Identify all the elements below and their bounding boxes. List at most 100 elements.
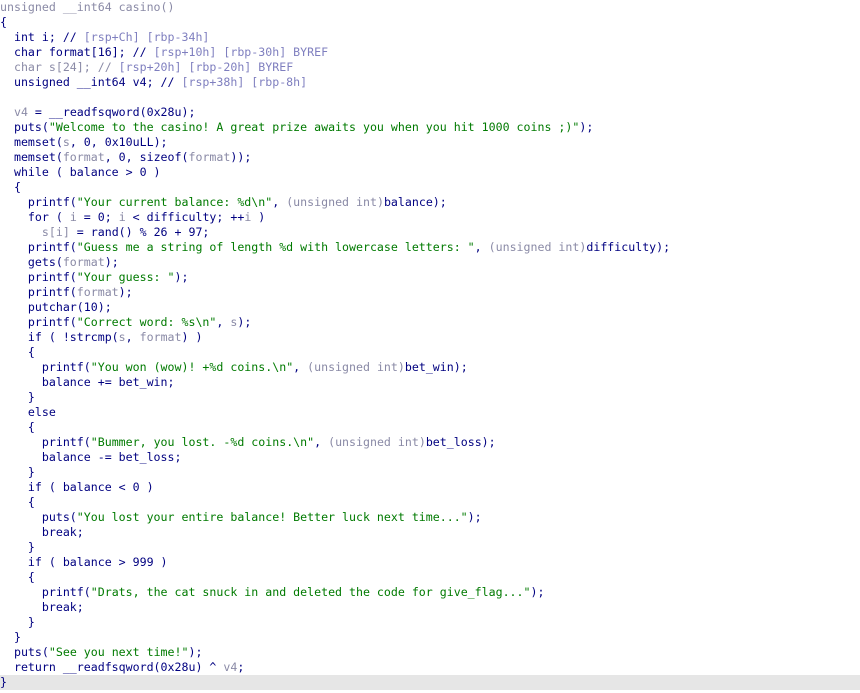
code-token: if ( !strcmp(	[0, 330, 119, 344]
code-line[interactable]: if ( balance < 0 )	[0, 480, 860, 495]
code-token: (unsigned int)	[286, 195, 384, 209]
code-token: balance -= bet_loss;	[0, 450, 182, 464]
code-token: bet_win);	[404, 360, 468, 374]
code-line[interactable]: }	[0, 675, 860, 690]
code-line[interactable]: char format[16]; // [rsp+10h] [rbp-30h] …	[0, 45, 860, 60]
code-token: [rsp+Ch] [rbp-34h]	[83, 30, 210, 44]
code-token: unsigned __int64 casino()	[0, 0, 175, 14]
code-token: printf(	[0, 240, 77, 254]
code-line[interactable]: printf("You won (wow)! +%d coins.\n", (u…	[0, 360, 860, 375]
code-token: , 0, 0x10uLL);	[69, 135, 168, 149]
code-token: "Your current balance: %d\n"	[76, 195, 273, 209]
code-line[interactable]: break;	[0, 525, 860, 540]
code-token: );	[104, 255, 119, 269]
code-token: );	[467, 510, 482, 524]
code-line[interactable]: printf("Drats, the cat snuck in and dele…	[0, 585, 860, 600]
code-line[interactable]: memset(format, 0, sizeof(format));	[0, 150, 860, 165]
code-line[interactable]: {	[0, 420, 860, 435]
code-token: i	[118, 210, 126, 224]
code-line[interactable]: if ( balance > 999 )	[0, 555, 860, 570]
code-token: (unsigned int)	[328, 435, 426, 449]
code-line[interactable]: {	[0, 570, 860, 585]
code-token: ;	[237, 660, 245, 674]
code-line[interactable]: break;	[0, 600, 860, 615]
code-line[interactable]: gets(format);	[0, 255, 860, 270]
code-token: "Bummer, you lost. -%d coins.\n"	[90, 435, 315, 449]
code-line[interactable]: for ( i = 0; i < difficulty; ++i )	[0, 210, 860, 225]
code-token: }	[0, 630, 21, 644]
code-token: {	[0, 495, 35, 509]
code-token: ,	[293, 360, 308, 374]
code-token: s	[118, 330, 126, 344]
pseudocode-view[interactable]: unsigned __int64 casino(){ int i; // [rs…	[0, 0, 860, 693]
code-token: i	[69, 210, 77, 224]
code-token: );	[237, 315, 252, 329]
code-line[interactable]: puts("See you next time!");	[0, 645, 860, 660]
code-line[interactable]: printf("Correct word: %s\n", s);	[0, 315, 860, 330]
code-line[interactable]: printf("Your guess: ");	[0, 270, 860, 285]
code-line[interactable]: printf("Your current balance: %d\n", (un…	[0, 195, 860, 210]
code-token: ,	[216, 315, 231, 329]
code-token: return __readfsqword(0x28u) ^	[0, 660, 224, 674]
code-line[interactable]: balance -= bet_loss;	[0, 450, 860, 465]
code-line[interactable]: puts("You lost your entire balance! Bett…	[0, 510, 860, 525]
code-line[interactable]: printf("Bummer, you lost. -%d coins.\n",…	[0, 435, 860, 450]
code-token: printf(	[0, 360, 91, 374]
code-line[interactable]: int i; // [rsp+Ch] [rbp-34h]	[0, 30, 860, 45]
code-token: char format[16]; //	[0, 45, 154, 59]
code-line[interactable]: printf(format);	[0, 285, 860, 300]
code-line[interactable]: v4 = __readfsqword(0x28u);	[0, 105, 860, 120]
code-line[interactable]: }	[0, 540, 860, 555]
code-line[interactable]: while ( balance > 0 )	[0, 165, 860, 180]
code-token: "Correct word: %s\n"	[76, 315, 217, 329]
code-token: printf(	[0, 285, 77, 299]
code-token: ,	[474, 240, 489, 254]
code-line[interactable]: printf("Guess me a string of length %d w…	[0, 240, 860, 255]
code-token: printf(	[0, 585, 91, 599]
code-token: printf(	[0, 195, 77, 209]
code-line[interactable]: }	[0, 390, 860, 405]
code-line[interactable]: {	[0, 495, 860, 510]
code-token: char s[24]; //	[0, 60, 119, 74]
code-line[interactable]: }	[0, 615, 860, 630]
code-line[interactable]: if ( !strcmp(s, format) )	[0, 330, 860, 345]
code-line[interactable]: {	[0, 15, 860, 30]
code-token: , 0, sizeof(	[104, 150, 189, 164]
code-token: }	[0, 615, 35, 629]
code-line[interactable]: char s[24]; // [rsp+20h] [rbp-20h] BYREF	[0, 60, 860, 75]
code-token: "See you next time!"	[48, 645, 189, 659]
code-token: "Drats, the cat snuck in and deleted the…	[90, 585, 531, 599]
code-token: "Your guess: "	[76, 270, 175, 284]
code-line[interactable]: unsigned __int64 v4; // [rsp+38h] [rbp-8…	[0, 75, 860, 90]
code-line[interactable]	[0, 90, 860, 105]
code-token: format	[76, 285, 119, 299]
code-token: {	[0, 345, 35, 359]
code-token: ) )	[181, 330, 203, 344]
code-line[interactable]: {	[0, 345, 860, 360]
code-token: < difficulty; ++	[125, 210, 245, 224]
code-token: );	[530, 585, 545, 599]
code-token: printf(	[0, 270, 77, 284]
code-token: = rand() % 26 + 97;	[69, 225, 210, 239]
code-token: );	[118, 285, 133, 299]
code-line[interactable]: balance += bet_win;	[0, 375, 860, 390]
code-token: "Welcome to the casino! A great prize aw…	[48, 120, 580, 134]
code-line[interactable]: }	[0, 465, 860, 480]
code-line[interactable]: s[i] = rand() % 26 + 97;	[0, 225, 860, 240]
code-line[interactable]: memset(s, 0, 0x10uLL);	[0, 135, 860, 150]
code-line[interactable]: {	[0, 180, 860, 195]
code-token: format	[62, 255, 105, 269]
code-token: putchar(10);	[0, 300, 112, 314]
code-line[interactable]: unsigned __int64 casino()	[0, 0, 860, 15]
code-line[interactable]: }	[0, 630, 860, 645]
code-line[interactable]: else	[0, 405, 860, 420]
code-token: else	[0, 405, 56, 419]
code-token: ,	[314, 435, 329, 449]
code-line[interactable]: putchar(10);	[0, 300, 860, 315]
code-token: }	[0, 540, 35, 554]
code-token: "Guess me a string of length %d with low…	[76, 240, 475, 254]
code-token: ));	[230, 150, 252, 164]
code-line[interactable]: puts("Welcome to the casino! A great pri…	[0, 120, 860, 135]
code-line[interactable]: return __readfsqword(0x28u) ^ v4;	[0, 660, 860, 675]
